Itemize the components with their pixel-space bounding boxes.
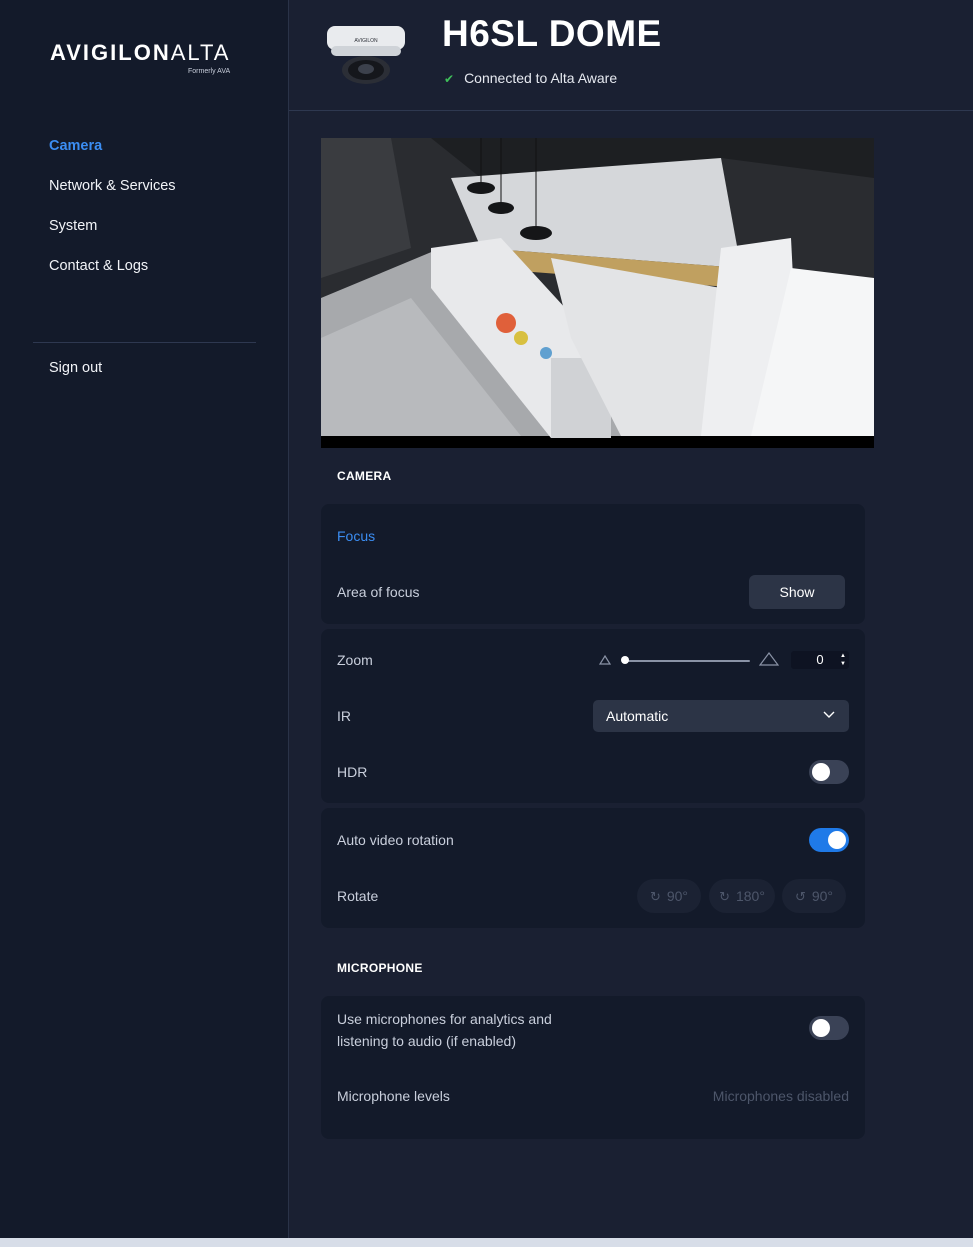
brand-name-main: AVIGILON (50, 40, 171, 65)
stepper-arrows-icon[interactable]: ▲ ▼ (839, 652, 847, 668)
zoom-slider[interactable] (621, 653, 751, 669)
chevron-down-icon (823, 711, 835, 718)
rotate-180-label: 180° (735, 888, 765, 904)
zoom-value: 0 (816, 652, 824, 667)
rotate-cw-90-button[interactable]: ↻ 90° (637, 879, 701, 913)
zoom-slider-knob[interactable] (621, 656, 629, 664)
page-title: H6SL DOME (442, 13, 662, 54)
checkmark-icon: ✔ (444, 72, 455, 86)
window-bottom-edge (0, 1238, 973, 1247)
hdr-label: HDR (337, 764, 368, 780)
sidebar-item-camera[interactable]: Camera (49, 136, 176, 176)
connection-status-text: Connected to Alta Aware (464, 70, 618, 86)
camera-video-preview[interactable] (321, 138, 874, 448)
rotate-counterclockwise-icon: ↺ (794, 889, 806, 904)
brand-name-suffix: ALTA (170, 40, 231, 65)
show-area-of-focus-button[interactable]: Show (749, 575, 845, 609)
page-header: AVIGILON H6SL DOME ✔ Connected to Alta Aw… (289, 0, 973, 111)
zoom-out-icon[interactable] (599, 655, 611, 665)
rotation-card: Auto video rotation Rotate ↻ 90° ↻ 180° ↺ 9… (321, 808, 865, 928)
area-of-focus-label: Area of focus (337, 584, 420, 600)
rotate-clockwise-icon: ↻ (719, 889, 730, 904)
microphone-card: Use microphones for analytics and listen… (321, 996, 865, 1139)
toggle-knob (812, 763, 830, 781)
rotate-ccw-90-button[interactable]: ↺ 90° (782, 879, 846, 913)
dome-camera-image: AVIGILON (327, 26, 405, 84)
toggle-knob (812, 1019, 830, 1037)
sidebar-divider (33, 342, 256, 343)
zoom-in-icon[interactable] (759, 652, 779, 666)
ir-label: IR (337, 708, 351, 724)
zoom-label: Zoom (337, 652, 373, 668)
sign-out-link[interactable]: Sign out (49, 360, 102, 376)
image-settings-card: Zoom 0 ▲ ▼ IR Automatic HDR (321, 629, 865, 803)
auto-video-rotation-label: Auto video rotation (337, 832, 454, 848)
camera-badge-text: AVIGILON (354, 38, 378, 44)
use-microphones-label-line2: listening to audio (if enabled) (337, 1033, 517, 1049)
zoom-slider-track (625, 660, 750, 662)
use-microphones-label: Use microphones for analytics and listen… (337, 1008, 552, 1052)
sidebar-item-system[interactable]: System (49, 216, 176, 256)
connection-status: ✔ Connected to Alta Aware (444, 70, 617, 86)
sidebar-item-network-services[interactable]: Network & Services (49, 176, 176, 216)
auto-video-rotation-toggle[interactable] (809, 828, 849, 852)
focus-card: Focus Area of focus Show (321, 504, 865, 624)
sidebar-item-contact-logs[interactable]: Contact & Logs (49, 256, 176, 296)
hdr-toggle[interactable] (809, 760, 849, 784)
focus-link[interactable]: Focus (337, 528, 375, 544)
use-microphones-toggle[interactable] (809, 1016, 849, 1040)
ir-mode-value: Automatic (606, 708, 669, 724)
rotate-ccw-90-label: 90° (811, 888, 834, 904)
zoom-stepper[interactable]: 0 ▲ ▼ (791, 651, 849, 669)
rotate-label: Rotate (337, 888, 379, 904)
rotate-clockwise-icon: ↻ (649, 889, 661, 904)
microphone-levels-status: Microphones disabled (712, 1088, 849, 1104)
brand-formerly: Formerly AVA (188, 68, 231, 75)
ir-mode-select[interactable]: Automatic (593, 700, 849, 732)
toggle-knob (828, 831, 846, 849)
rotate-180-button[interactable]: ↻ 180° (709, 879, 775, 913)
video-frame (321, 138, 874, 448)
microphone-levels-label: Microphone levels (337, 1088, 450, 1104)
sidebar: AVIGILONALTA Formerly AVA Camera Network… (0, 0, 289, 1238)
camera-section-title: CAMERA (337, 469, 392, 483)
sidebar-nav: Camera Network & Services System Contact… (49, 136, 176, 296)
microphone-section-title: MICROPHONE (337, 961, 423, 975)
use-microphones-label-line1: Use microphones for analytics and (337, 1011, 552, 1027)
rotate-cw-90-label: 90° (666, 888, 689, 904)
brand-logo: AVIGILONALTA Formerly AVA (50, 40, 250, 84)
